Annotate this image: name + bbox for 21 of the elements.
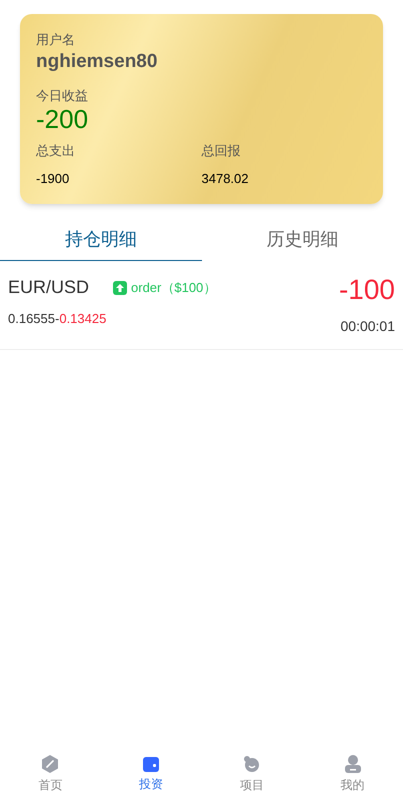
stat-value: 3478.02 [202,170,248,188]
username: nghiemsen80 [36,50,158,74]
tab[interactable]: 持仓明细 [0,218,202,261]
price-range: 0.16555-0.13425 [8,310,106,328]
tab[interactable]: 历史明细 [202,218,403,261]
nav-item[interactable]: 项目 [202,754,302,794]
order-amount: order（$100） [131,278,216,297]
nav-item[interactable]: 我的 [302,754,403,794]
nav-item[interactable]: 首页 [0,754,101,794]
stat-label: 总支出 [36,142,75,160]
stat-value: -1900 [36,170,70,188]
stat-label: 总回报 [202,142,240,160]
user-icon [344,754,361,772]
username-label: 用户名 [36,31,75,49]
today-earnings-label: 今日收益 [36,86,88,104]
wallet-icon [143,756,160,772]
timer: 00:00:01 [340,317,395,336]
nav-item[interactable]: 投资 [100,756,202,792]
today-earnings-value: -200 [36,105,88,133]
symbol: EUR/USD [8,276,90,299]
profit-value: -100 [338,274,395,306]
